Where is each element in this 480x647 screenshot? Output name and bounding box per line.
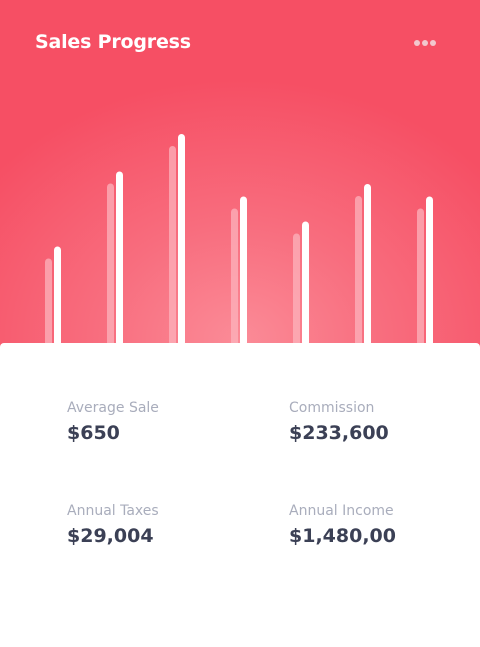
stat-annual-income: Annual Income $1,480,00 [289,503,469,547]
more-horizontal-icon [414,40,420,46]
bar-shadow [107,183,114,346]
more-dot [430,40,436,46]
stat-commission: Commission $233,600 [289,400,469,444]
bar-shadow [293,233,300,346]
stat-label: Annual Income [289,503,394,519]
bar-shadow [169,146,176,346]
stat-label: Annual Taxes [67,503,159,519]
chart-header: Sales Progress [0,0,480,350]
stat-label: Commission [289,400,375,416]
bar-shadow [417,208,424,346]
bar-shadow [355,196,362,346]
more-dot [422,40,428,46]
stat-value: $233,600 [289,422,389,444]
more-options-button[interactable] [410,34,440,52]
bar-shadow [45,258,52,346]
bar-primary [240,196,247,346]
sales-progress-card: Sales Progress Average Sale $650 Commiss… [0,0,480,647]
stat-value: $29,004 [67,525,154,547]
stat-value: $650 [67,422,120,444]
bar-primary [364,184,371,346]
bar-primary [426,196,433,346]
bar-primary [302,221,309,346]
bar-primary [54,246,61,346]
card-title: Sales Progress [35,31,191,53]
stat-value: $1,480,00 [289,525,396,547]
bar-shadow [231,208,238,346]
stat-annual-taxes: Annual Taxes $29,004 [67,503,247,547]
stat-label: Average Sale [67,400,159,416]
bar-primary [178,134,185,346]
stat-average-sale: Average Sale $650 [67,400,247,444]
bar-primary [116,171,123,346]
stats-panel: Average Sale $650 Commission $233,600 An… [0,343,480,647]
